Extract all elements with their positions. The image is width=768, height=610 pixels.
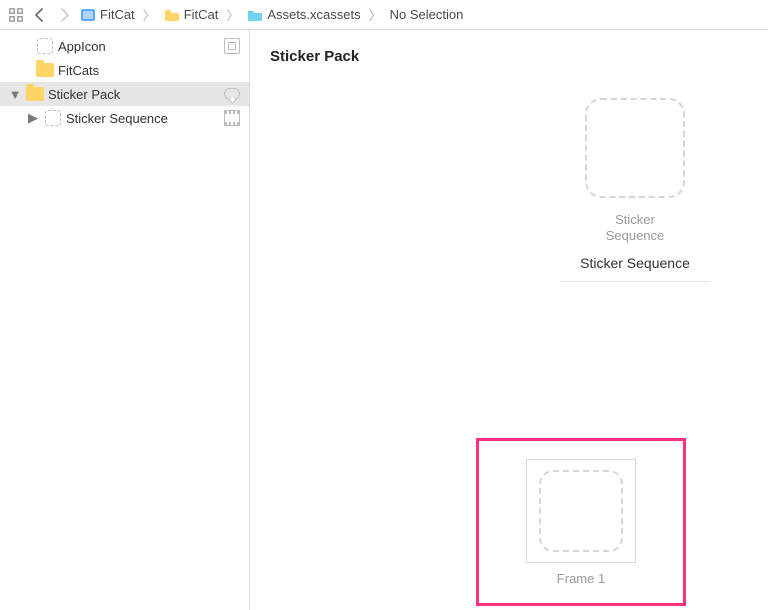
frame-1-label: Frame 1 <box>557 571 605 586</box>
disclosure-triangle-right-icon[interactable]: ▶ <box>26 110 40 126</box>
folder-icon <box>36 61 54 79</box>
toolbar: FitCat 〉 FitCat 〉 Assets.xcassets 〉 No S… <box>0 0 768 30</box>
breadcrumb-label: FitCat <box>100 7 135 22</box>
breadcrumb-label: No Selection <box>390 7 464 22</box>
sidebar-item-label: Sticker Pack <box>48 87 219 102</box>
filmstrip-icon <box>223 109 241 127</box>
asset-name-label[interactable]: Sticker Sequence <box>560 255 710 282</box>
asset-type-icon <box>223 37 241 55</box>
sticker-sequence-asset[interactable]: Sticker Sequence Sticker Sequence <box>560 98 710 282</box>
sticker-pack-type-icon <box>223 85 241 103</box>
disclosure-triangle-down-icon[interactable]: ▼ <box>8 87 22 102</box>
sidebar-item-sticker-pack[interactable]: ▼ Sticker Pack <box>0 82 249 106</box>
breadcrumb-label: FitCat <box>184 7 219 22</box>
asset-placeholder-icon <box>585 98 685 198</box>
sidebar-item-appicon[interactable]: AppIcon <box>0 34 249 58</box>
asset-type-line1: Sticker <box>615 212 655 227</box>
sidebar-item-sticker-sequence[interactable]: ▶ Sticker Sequence <box>0 106 249 130</box>
breadcrumb-sep-icon: 〉 <box>141 5 158 24</box>
asset-type-label: Sticker Sequence <box>560 212 710 245</box>
spacer <box>223 61 241 79</box>
main-split: AppIcon FitCats ▼ Sticker Pack ▶ Sticker… <box>0 30 768 610</box>
sequence-placeholder-icon <box>44 109 62 127</box>
folder-icon <box>26 85 44 103</box>
project-icon <box>80 7 96 23</box>
asset-content: Sticker Pack Sticker Sequence Sticker Se… <box>250 30 768 610</box>
asset-type-line2: Sequence <box>606 228 665 243</box>
sidebar-item-label: FitCats <box>58 63 219 78</box>
folder-icon <box>164 7 180 23</box>
appicon-placeholder-icon <box>36 37 54 55</box>
related-items-button[interactable] <box>6 5 26 25</box>
assets-icon <box>247 7 263 23</box>
sidebar-item-label: Sticker Sequence <box>66 111 219 126</box>
nav-back-button[interactable] <box>30 5 50 25</box>
nav-forward-button[interactable] <box>54 5 74 25</box>
breadcrumb-item-0[interactable]: FitCat <box>78 7 137 23</box>
sidebar-item-label: AppIcon <box>58 39 219 54</box>
frame-placeholder-icon <box>539 470 623 552</box>
breadcrumb-item-3[interactable]: No Selection <box>388 7 466 22</box>
sidebar-item-fitcats[interactable]: FitCats <box>0 58 249 82</box>
breadcrumb-sep-icon: 〉 <box>367 5 384 24</box>
section-title: Sticker Pack <box>270 48 748 65</box>
asset-sidebar: AppIcon FitCats ▼ Sticker Pack ▶ Sticker… <box>0 30 250 610</box>
breadcrumb-label: Assets.xcassets <box>267 7 360 22</box>
breadcrumb-item-2[interactable]: Assets.xcassets <box>245 7 362 23</box>
breadcrumb-sep-icon: 〉 <box>224 5 241 24</box>
frame-1-well[interactable] <box>526 459 636 563</box>
breadcrumb-item-1[interactable]: FitCat <box>162 7 221 23</box>
frame-1-highlight: Frame 1 <box>476 438 686 606</box>
